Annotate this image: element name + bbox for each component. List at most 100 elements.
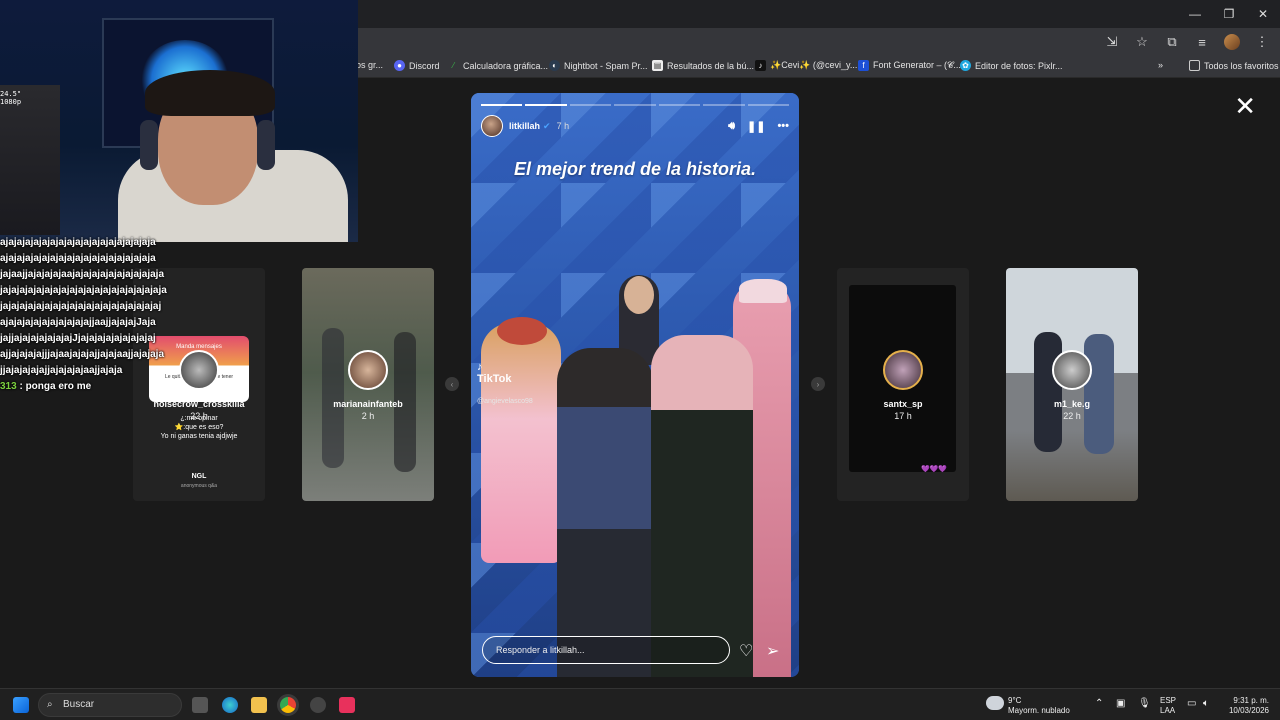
progress-segment bbox=[614, 104, 656, 106]
clock-time: 9:31 p. m. bbox=[1233, 696, 1269, 705]
heart-icon[interactable]: ♡ bbox=[739, 641, 753, 661]
bookmark-label: Font Generator – (𝓒... bbox=[873, 60, 961, 70]
bookmark-label: Discord bbox=[409, 60, 440, 71]
avatar bbox=[1052, 350, 1092, 390]
kebab-menu-icon[interactable]: ⋮ bbox=[1254, 34, 1270, 50]
bookmark-item[interactable]: ▤ Resultados de la bú... bbox=[652, 60, 754, 71]
person-hat bbox=[497, 317, 547, 345]
webcam-overlay: 24.5" 1080p bbox=[0, 0, 358, 242]
tiktok-icon: ♪ bbox=[755, 60, 766, 71]
more-options-icon[interactable]: ••• bbox=[777, 120, 789, 133]
minimize-icon[interactable]: — bbox=[1178, 0, 1212, 28]
story-card-m1keg[interactable]: m1_ke.g 22 h bbox=[1006, 268, 1138, 501]
folder-icon bbox=[1189, 60, 1200, 71]
volume-icon[interactable]: 🔈︎ bbox=[1203, 699, 1209, 709]
next-story-icon[interactable]: › bbox=[811, 377, 825, 391]
bookmark-item[interactable]: ● Discord bbox=[394, 60, 440, 71]
avatar bbox=[348, 350, 388, 390]
media-controls-icon[interactable]: ≡ bbox=[1194, 34, 1210, 50]
bookmark-label: ✨Cevi✨ (@cevi_y... bbox=[770, 60, 858, 70]
stream-chat: ajajajajajajajajajajajajajajajajajaja aj… bbox=[0, 235, 212, 395]
progress-segment bbox=[747, 104, 789, 106]
tray-app-icon[interactable]: ▣ bbox=[1116, 699, 1125, 709]
discord-icon: ● bbox=[394, 60, 405, 71]
all-bookmarks-label: Todos los favoritos bbox=[1204, 60, 1279, 71]
weather-icon bbox=[986, 696, 1004, 710]
progress-segment bbox=[481, 104, 523, 106]
bookmark-item[interactable]: ⁄ Calculadora gráfica... bbox=[448, 60, 548, 71]
close-window-icon[interactable]: ✕ bbox=[1246, 0, 1280, 28]
install-app-icon[interactable]: ⇲ bbox=[1104, 34, 1120, 50]
bookmark-item[interactable]: f Font Generator – (𝓒... bbox=[858, 60, 961, 71]
person-figure bbox=[557, 348, 653, 677]
person-silhouette bbox=[1034, 332, 1062, 452]
bookmarks-overflow-icon[interactable]: » bbox=[1158, 60, 1163, 70]
bookmark-item[interactable]: ✿ Editor de fotos: Pixlr... bbox=[960, 60, 1063, 71]
volume-icon[interactable]: 🔊︎ bbox=[728, 120, 735, 133]
chrome-icon[interactable] bbox=[280, 697, 296, 713]
pixlr-icon: ✿ bbox=[960, 60, 971, 71]
active-story[interactable]: litkillah ✔ 7 h 🔊︎ ❚❚ ••• El mejor trend… bbox=[471, 93, 799, 677]
bookmark-label: Calculadora gráfica... bbox=[463, 60, 549, 71]
person-silhouette bbox=[322, 328, 344, 468]
all-bookmarks-button[interactable]: Todos los favoritos bbox=[1189, 60, 1279, 71]
story-username[interactable]: litkillah bbox=[509, 121, 540, 131]
reply-input[interactable]: Responder a litkillah... bbox=[482, 636, 730, 664]
weather-temp: 9°C bbox=[1008, 696, 1022, 705]
extensions-icon[interactable]: ⧉ bbox=[1164, 34, 1180, 50]
ngl-brand-sub: anonymous q&a bbox=[180, 483, 218, 489]
person-figure bbox=[481, 323, 561, 563]
story-card-santx[interactable]: santx_sp 17 h 💜💜💜 bbox=[837, 268, 969, 501]
microphone-icon[interactable]: 🎙︎ bbox=[1138, 699, 1151, 709]
headset bbox=[140, 120, 158, 170]
calculator-icon: ⁄ bbox=[452, 61, 455, 70]
story-username: santx_sp bbox=[883, 399, 923, 409]
weather-desc: Mayorm. nublado bbox=[1008, 706, 1070, 715]
story-header: litkillah ✔ 7 h 🔊︎ ❚❚ ••• bbox=[481, 115, 789, 137]
bookmark-item[interactable]: os gr... bbox=[356, 60, 383, 70]
window-controls: — ❐ ✕ bbox=[1178, 0, 1280, 28]
verified-icon: ✔ bbox=[543, 120, 551, 131]
region-code: LAA bbox=[1160, 706, 1176, 715]
prev-story-icon[interactable]: ‹ bbox=[445, 377, 459, 391]
windows-start-icon[interactable] bbox=[13, 697, 29, 713]
send-icon[interactable]: ➢ bbox=[766, 641, 779, 661]
bookmark-label: os gr... bbox=[356, 60, 384, 70]
story-time: 2 h bbox=[361, 411, 375, 421]
hearts-sticker: 💜💜💜 bbox=[921, 466, 948, 473]
person-face bbox=[624, 276, 654, 314]
bookmark-label: Editor de fotos: Pixlr... bbox=[975, 60, 1063, 71]
story-username: marianainfanteb bbox=[333, 399, 403, 409]
ngl-question: ⭐:que es eso? bbox=[174, 424, 224, 431]
avatar[interactable] bbox=[481, 115, 503, 137]
chevron-up-icon[interactable]: ⌃ bbox=[1095, 699, 1103, 709]
tiktok-studio-icon[interactable] bbox=[339, 697, 355, 713]
file-explorer-icon[interactable] bbox=[251, 697, 267, 713]
obs-icon[interactable] bbox=[310, 697, 326, 713]
weather-widget[interactable]: 9°C Mayorm. nublado bbox=[1008, 696, 1070, 716]
tiktok-logo: ♪ TikTok bbox=[477, 361, 511, 385]
clock[interactable]: 9:31 p. m. 10/03/2026 bbox=[1225, 696, 1269, 716]
edge-icon[interactable] bbox=[222, 697, 238, 713]
bookmark-item[interactable]: ◐ Nightbot - Spam Pr... bbox=[549, 60, 648, 71]
task-view-icon[interactable] bbox=[192, 697, 208, 713]
network-icon[interactable]: ▭ bbox=[1187, 699, 1196, 709]
taskbar-search[interactable]: ⌕ Buscar bbox=[38, 693, 182, 717]
chat-line: ajajajajajajajajajajajajajajajajajaja bbox=[0, 237, 156, 248]
bookmark-item[interactable]: ♪ ✨Cevi✨ (@cevi_y... bbox=[755, 60, 857, 71]
lang-code: ESP bbox=[1160, 696, 1177, 705]
close-icon[interactable]: ✕ bbox=[1234, 93, 1256, 119]
chat-line: jajaajjajajajajaajajajajajajajajajajaja bbox=[0, 269, 165, 280]
taskbar: ⌕ Buscar 9°C Mayorm. nublado ⌃ ▣ 🎙︎ ESP … bbox=[0, 688, 1280, 720]
profile-avatar[interactable] bbox=[1224, 34, 1240, 50]
story-card-marianainfanteb[interactable]: marianainfanteb 2 h bbox=[302, 268, 434, 501]
chat-line: jjajajajajajjajajajajaajjajaja bbox=[0, 365, 123, 376]
pause-icon[interactable]: ❚❚ bbox=[747, 120, 765, 133]
restore-icon[interactable]: ❐ bbox=[1212, 0, 1246, 28]
language-indicator[interactable]: ESP LAA bbox=[1160, 696, 1176, 716]
chat-line: jajajajajajajajajajajajajajajajajajajaja bbox=[0, 285, 167, 296]
person-hat bbox=[739, 279, 787, 303]
star-icon[interactable]: ☆ bbox=[1134, 34, 1150, 50]
story-time: 17 h bbox=[894, 411, 912, 421]
bookmark-label: Resultados de la bú... bbox=[667, 60, 755, 71]
